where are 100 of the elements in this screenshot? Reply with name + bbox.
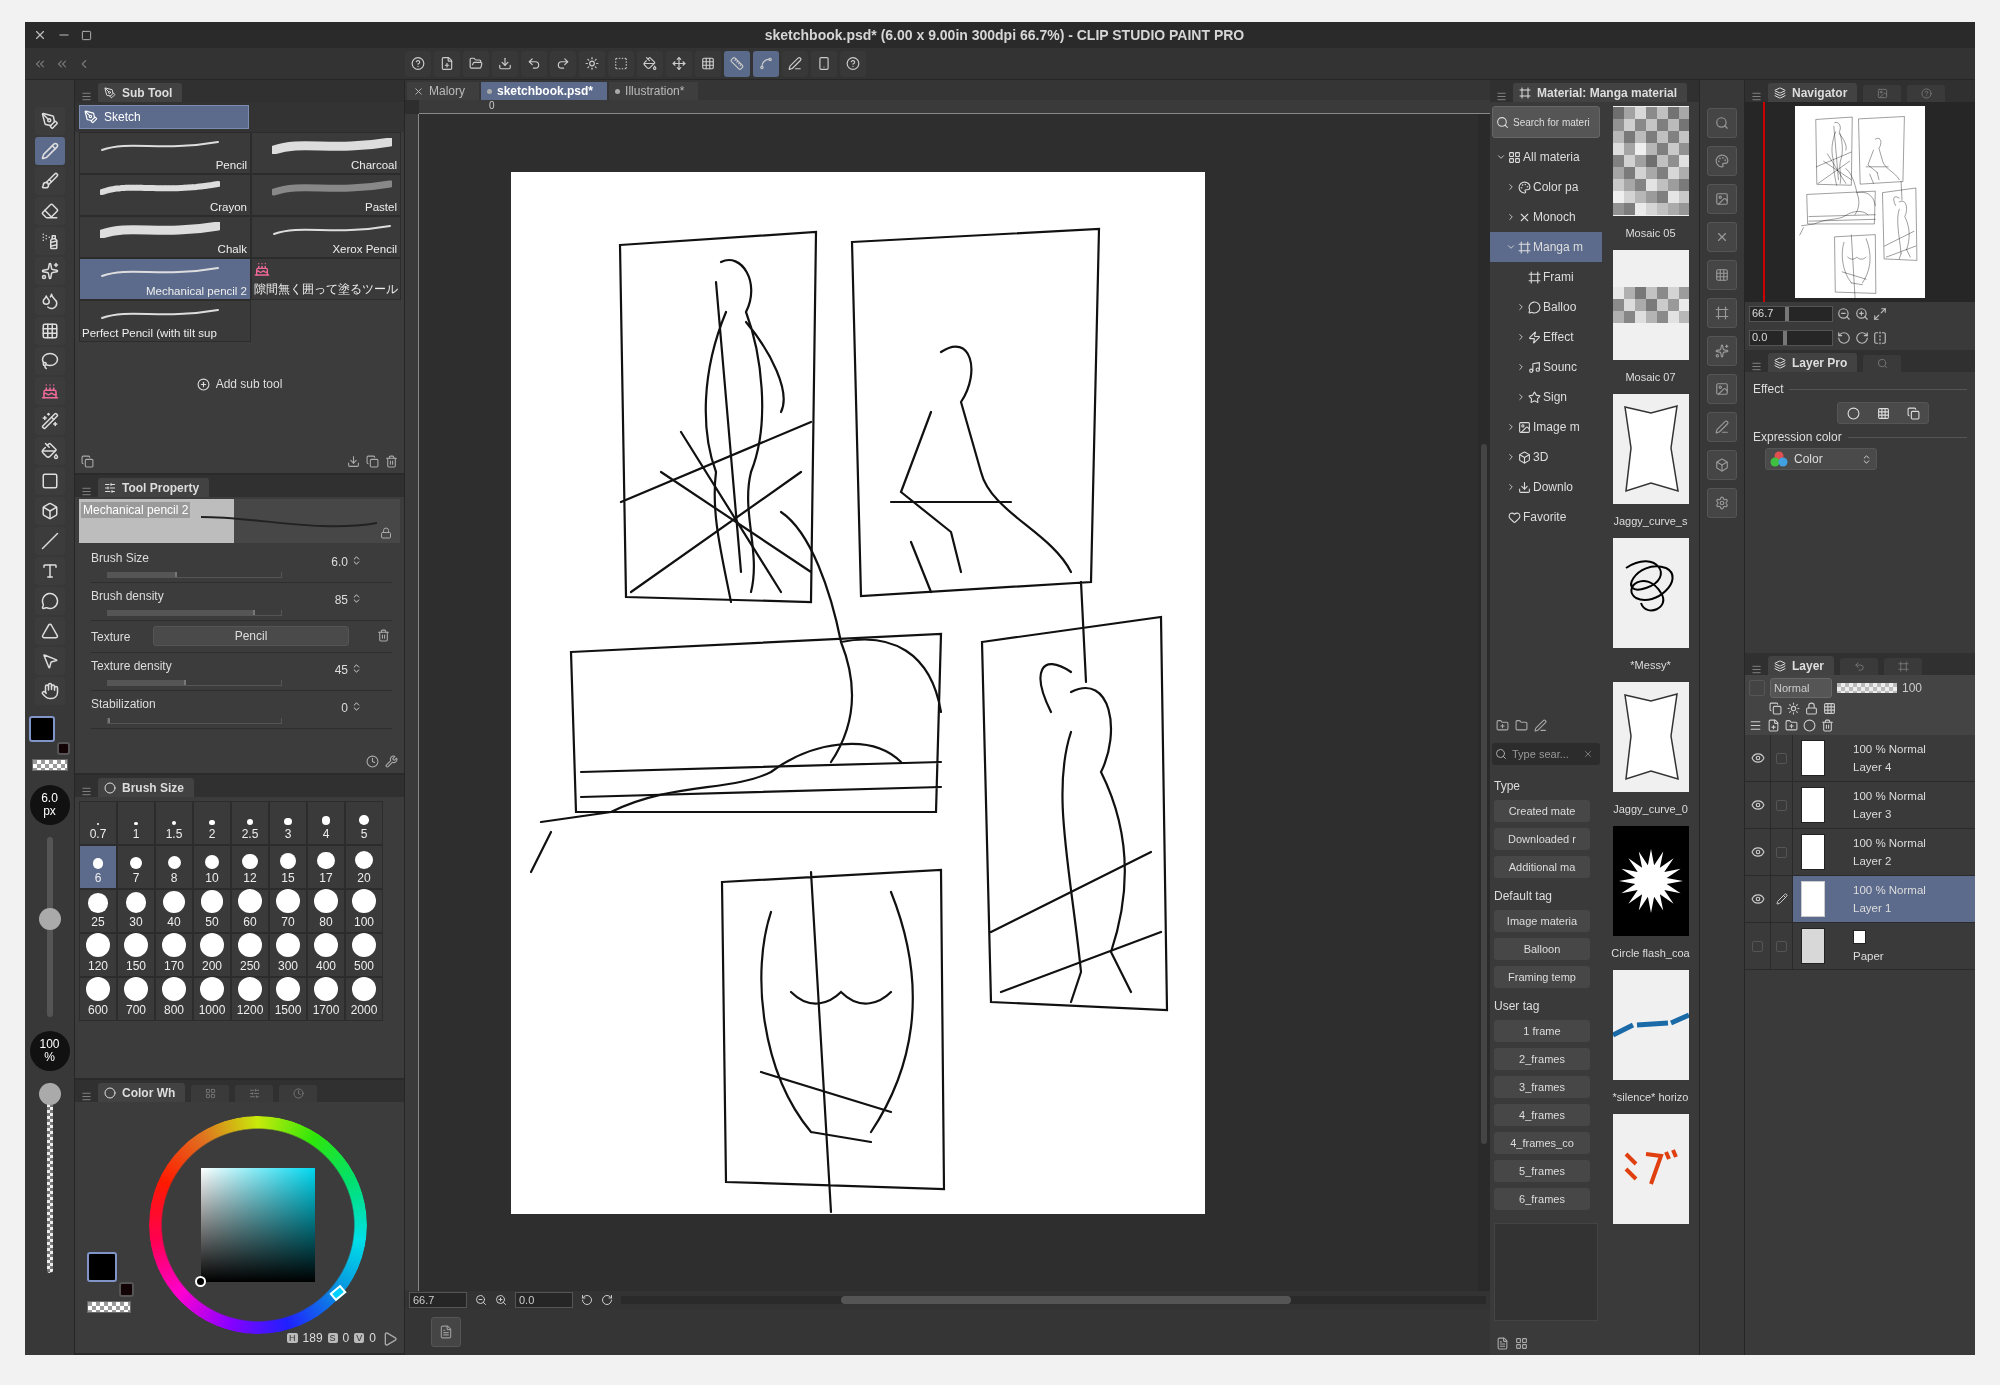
brush-size-option[interactable]: 10 (193, 845, 231, 889)
material-tree-item[interactable]: Sign (1490, 382, 1602, 412)
brush-size-option[interactable]: 1 (117, 801, 155, 845)
setting-value[interactable]: 45 (334, 663, 348, 677)
tag-chip[interactable]: 1 frame (1494, 1020, 1590, 1042)
rotation-field[interactable]: 0.0 (515, 1292, 573, 1308)
brush-size-option[interactable]: 1.5 (155, 801, 193, 845)
tag-chip[interactable]: Image materia (1494, 910, 1590, 932)
sub-tool-item[interactable]: Mechanical pencil 2 (79, 258, 251, 300)
sub-tool-item[interactable]: Chalk (79, 216, 251, 258)
blend-mode-select[interactable]: Normal (1770, 678, 1832, 698)
brush-size-option[interactable]: 120 (79, 933, 117, 977)
material-tree-item[interactable]: 3D (1490, 442, 1602, 472)
brush-size-option[interactable]: 700 (117, 977, 155, 1021)
brush-size-option[interactable]: 1700 (307, 977, 345, 1021)
layer-row[interactable]: 100 % Normal Layer 4 (1745, 735, 1975, 782)
tag-chip[interactable]: 3_frames (1494, 1076, 1590, 1098)
tag-chip[interactable]: Framing temp (1494, 966, 1590, 988)
brush-size-option[interactable]: 70 (269, 889, 307, 933)
panel-tab[interactable]: Material: Manga material (1513, 83, 1688, 102)
brush-size-option[interactable]: 2 (193, 801, 231, 845)
brush-size-option[interactable]: 800 (155, 977, 193, 1021)
material-tree-item[interactable]: Favorite (1490, 502, 1602, 532)
sub-tool-item[interactable]: Xerox Pencil (251, 216, 401, 258)
tag-chip[interactable]: Created mate (1494, 800, 1590, 822)
setting-value[interactable]: 85 (334, 593, 348, 607)
document-tab[interactable]: Illustration* (609, 82, 699, 100)
layer-row[interactable]: 100 % Normal Layer 3 (1745, 782, 1975, 829)
tag-chip[interactable]: 4_frames (1494, 1104, 1590, 1126)
tag-chip[interactable]: Downloaded r (1494, 828, 1590, 850)
sub-tool-item[interactable]: Charcoal (251, 132, 401, 174)
navigator-zoom-slider[interactable]: 66.7 (1749, 306, 1833, 322)
brush-size-option[interactable]: 1500 (269, 977, 307, 1021)
tag-chip[interactable]: 5_frames (1494, 1160, 1590, 1182)
tag-chip[interactable]: 6_frames (1494, 1188, 1590, 1210)
panel-tab[interactable]: Brush Size (98, 778, 194, 797)
brush-size-option[interactable]: 15 (269, 845, 307, 889)
tool-group-tab[interactable]: Sketch (79, 105, 249, 129)
brush-size-option[interactable]: 400 (307, 933, 345, 977)
brush-size-option[interactable]: 300 (269, 933, 307, 977)
tag-chip[interactable]: Balloon (1494, 938, 1590, 960)
brush-size-option[interactable]: 5 (345, 801, 383, 845)
sub-tool-item[interactable]: Perfect Pencil (with tilt sup (79, 300, 251, 342)
panel-tab[interactable]: Navigator (1768, 83, 1858, 102)
tag-chip[interactable]: 2_frames (1494, 1048, 1590, 1070)
brush-size-option[interactable]: 2.5 (231, 801, 269, 845)
layer-row[interactable]: 100 % Normal Layer 2 (1745, 829, 1975, 876)
brush-size-option[interactable]: 40 (155, 889, 193, 933)
material-tree-item[interactable]: Monoch (1490, 202, 1602, 232)
material-tree-item[interactable]: Frami (1490, 262, 1602, 292)
brush-size-option[interactable]: 2000 (345, 977, 383, 1021)
material-tree-item[interactable]: Balloo (1490, 292, 1602, 322)
brush-size-option[interactable]: 200 (193, 933, 231, 977)
brush-size-option[interactable]: 60 (231, 889, 269, 933)
brush-size-option[interactable]: 1000 (193, 977, 231, 1021)
brush-size-option[interactable]: 0.7 (79, 801, 117, 845)
tag-search-field[interactable]: Type sear... (1510, 747, 1580, 761)
layer-row[interactable]: 100 % Normal Layer 1 (1745, 876, 1975, 923)
brush-size-option[interactable]: 12 (231, 845, 269, 889)
panel-tab[interactable]: Sub Tool (98, 83, 183, 102)
brush-size-option[interactable]: 600 (79, 977, 117, 1021)
add-sub-tool-button[interactable]: Add sub tool (190, 376, 289, 392)
texture-select[interactable]: Pencil (153, 626, 349, 646)
layer-opacity-value[interactable]: 100 (1902, 681, 1923, 695)
panel-tab[interactable]: Layer Pro (1768, 353, 1858, 372)
brush-size-option[interactable]: 3 (269, 801, 307, 845)
sub-tool-item[interactable]: 隙間無く囲って塗るツール (251, 258, 401, 300)
sub-tool-item[interactable]: Pastel (251, 174, 401, 216)
tag-chip[interactable]: Additional ma (1494, 856, 1590, 878)
material-tree-item[interactable]: All materia (1490, 142, 1602, 172)
brush-size-option[interactable]: 25 (79, 889, 117, 933)
material-tree-item[interactable]: Sounc (1490, 352, 1602, 382)
material-tree-item[interactable]: Image m (1490, 412, 1602, 442)
tag-chip[interactable]: 4_frames_co (1494, 1132, 1590, 1154)
sub-tool-item[interactable]: Crayon (79, 174, 251, 216)
brush-size-option[interactable]: 17 (307, 845, 345, 889)
brush-size-option[interactable]: 100 (345, 889, 383, 933)
panel-tab[interactable]: Tool Property (98, 478, 210, 497)
brush-size-option[interactable]: 50 (193, 889, 231, 933)
brush-size-option[interactable]: 8 (155, 845, 193, 889)
brush-size-option[interactable]: 500 (345, 933, 383, 977)
document-tab[interactable]: Malory (407, 82, 479, 100)
sub-tool-item[interactable]: Pencil (79, 132, 251, 174)
material-tree-item[interactable]: Effect (1490, 322, 1602, 352)
brush-size-option[interactable]: 4 (307, 801, 345, 845)
material-tree-item[interactable]: Color pa (1490, 172, 1602, 202)
brush-size-option[interactable]: 20 (345, 845, 383, 889)
material-tree-item[interactable]: Manga m (1490, 232, 1602, 262)
brush-size-option[interactable]: 7 (117, 845, 155, 889)
brush-size-option[interactable]: 30 (117, 889, 155, 933)
zoom-field[interactable]: 66.7 (409, 1292, 467, 1308)
brush-size-option[interactable]: 250 (231, 933, 269, 977)
navigator-rotation-slider[interactable]: 0.0 (1749, 330, 1833, 346)
tag-search-box[interactable]: Type sear... (1492, 743, 1600, 765)
brush-size-option[interactable]: 170 (155, 933, 193, 977)
expression-color-select[interactable]: Color (1765, 448, 1877, 470)
panel-tab[interactable]: Layer (1768, 656, 1835, 675)
brush-size-option[interactable]: 1200 (231, 977, 269, 1021)
document-tab[interactable]: sketchbook.psd* (481, 82, 608, 100)
brush-size-option[interactable]: 150 (117, 933, 155, 977)
